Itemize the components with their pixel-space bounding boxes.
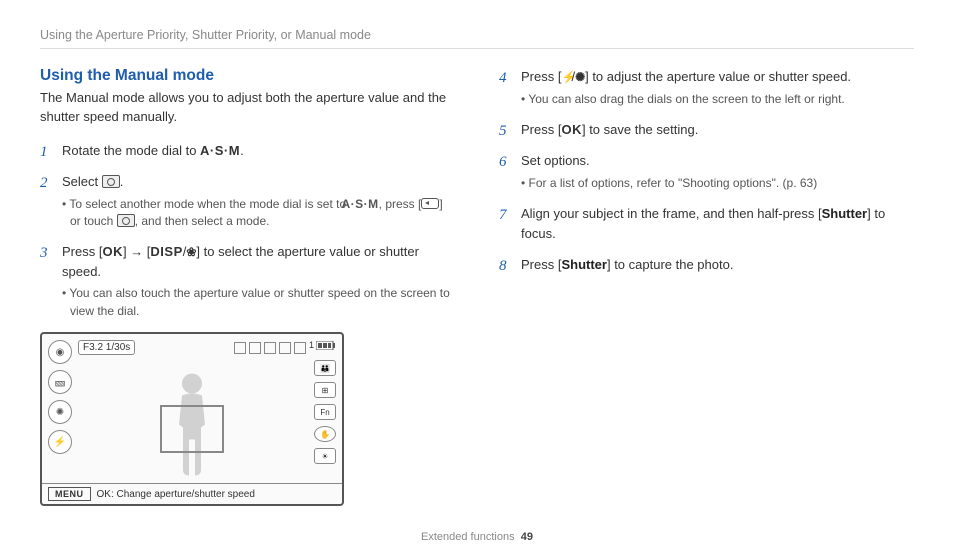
camera-mode-icon <box>102 175 120 188</box>
footer-section: Extended functions <box>421 531 515 543</box>
breadcrumb: Using the Aperture Priority, Shutter Pri… <box>40 28 914 49</box>
shot-counter: 1 <box>309 340 314 350</box>
ok-glyph: OK <box>102 242 123 262</box>
step-4: Press [⚡/✺] to adjust the aperture value… <box>499 67 914 108</box>
steps-left: Rotate the mode dial to A·S·M. Select . … <box>40 141 455 321</box>
steps-right: Press [⚡/✺] to adjust the aperture value… <box>499 67 914 275</box>
cs-drive-icon: 🝙 <box>48 370 72 394</box>
step-1-text: Rotate the mode dial to <box>62 143 200 158</box>
cs-mode-icon: ◉ <box>48 340 72 364</box>
right-column: Press [⚡/✺] to adjust the aperture value… <box>499 67 914 506</box>
cs-size-icon: ⊞ <box>314 382 336 398</box>
exposure-badge: F3.2 1/30s <box>78 340 135 355</box>
timer-icon: ✺ <box>575 71 585 83</box>
intro-text: The Manual mode allows you to adjust bot… <box>40 89 455 127</box>
step-2-sub: To select another mode when the mode dia… <box>62 196 455 231</box>
focus-rectangle <box>160 405 224 453</box>
bottom-hint: OK: Change aperture/shutter speed <box>97 489 255 500</box>
asm-glyph: A·S·M <box>350 196 379 213</box>
disp-glyph: DISP <box>150 242 182 262</box>
cs-flash-icon: ⚡ <box>48 430 72 454</box>
macro-icon: ❀ <box>186 246 196 258</box>
shutter-label: Shutter <box>561 257 607 272</box>
camera-icon <box>117 214 135 227</box>
step-3: Press [OK] → [DISP/❀] to select the aper… <box>40 242 455 320</box>
step-2: Select . To select another mode when the… <box>40 172 455 230</box>
step-2-text: Select <box>62 174 102 189</box>
ok-glyph: OK <box>561 120 582 140</box>
shutter-label: Shutter <box>822 206 868 221</box>
flash-icon: ⚡ <box>561 71 571 83</box>
step-7: Align your subject in the frame, and the… <box>499 204 914 243</box>
battery-indicator: 1 <box>309 340 336 350</box>
step-8: Press [Shutter] to capture the photo. <box>499 255 914 275</box>
cs-people-icon: 👪 <box>314 360 336 376</box>
asm-glyph: A·S·M <box>200 141 240 161</box>
footer-page-number: 49 <box>521 531 533 543</box>
left-column: Using the Manual mode The Manual mode al… <box>40 67 455 506</box>
camera-screen-preview: ◉ 🝙 ✺ ⚡ F3.2 1/30s 1 👪 ⊞ Fn ✋ <box>40 332 344 506</box>
cs-stab-icon: ✋ <box>314 426 336 442</box>
page-footer: Extended functions 49 <box>0 531 954 543</box>
back-button-icon <box>421 198 439 209</box>
step-5: Press [OK] to save the setting. <box>499 120 914 140</box>
cs-ev-icon: ☀ <box>314 448 336 464</box>
cs-small-indicators <box>234 342 306 354</box>
cs-timer-icon: ✺ <box>48 400 72 424</box>
step-3-sub: You can also touch the aperture value or… <box>62 285 455 320</box>
step-6-sub: For a list of options, refer to "Shootin… <box>521 175 914 192</box>
step-1: Rotate the mode dial to A·S·M. <box>40 141 455 161</box>
section-title: Using the Manual mode <box>40 67 455 85</box>
menu-button-label: MENU <box>48 487 91 501</box>
step-4-sub: You can also drag the dials on the scree… <box>521 91 914 108</box>
step-6: Set options. For a list of options, refe… <box>499 151 914 192</box>
cs-fn-icon: Fn <box>314 404 336 420</box>
